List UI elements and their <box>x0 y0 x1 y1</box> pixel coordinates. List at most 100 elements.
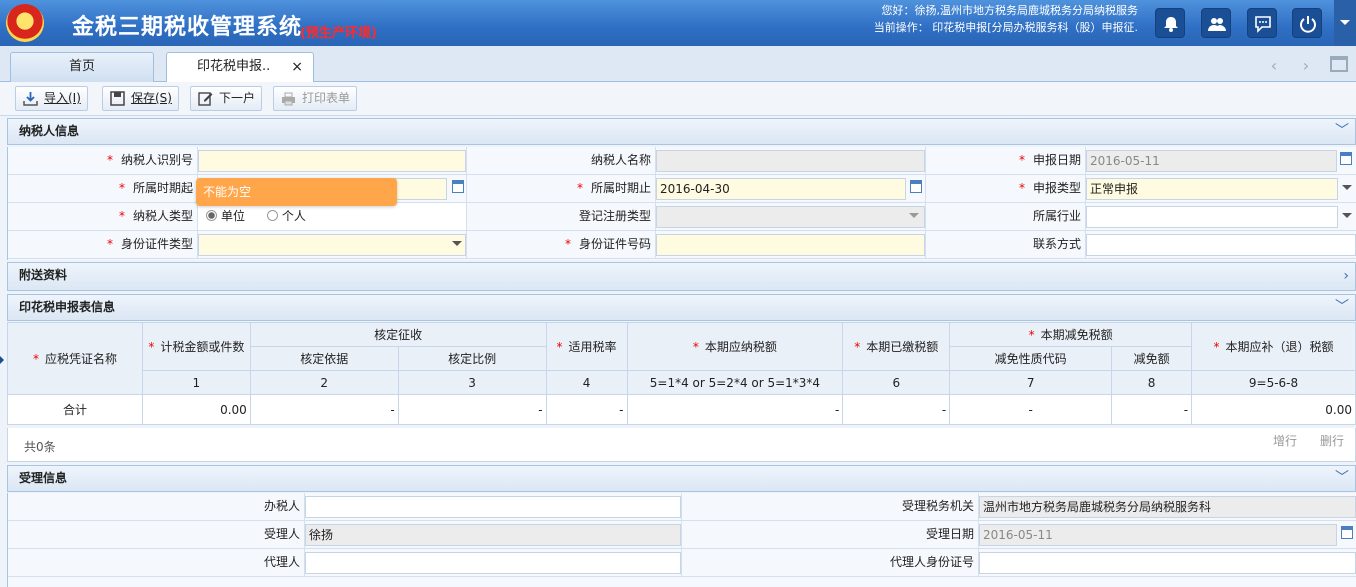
agent-input[interactable] <box>305 552 681 574</box>
handler-input[interactable] <box>305 496 681 518</box>
period-end-input[interactable]: 2016-04-30 <box>656 178 906 200</box>
users-button[interactable] <box>1201 8 1231 38</box>
label-agent: 代理人 <box>8 549 305 577</box>
label-taxpayer-type: * 纳税人类型 <box>8 203 198 231</box>
section-acceptance-info[interactable]: 受理信息 ﹀ <box>7 465 1356 492</box>
label-declaration-date: * 申报日期 <box>926 147 1086 175</box>
section-stamp-tax-table[interactable]: 印花税申报表信息 ﹀ <box>7 294 1356 321</box>
cell-declaration-date: 2016-05-11 <box>1086 147 1356 175</box>
label-receive-date: 受理日期 <box>682 521 979 549</box>
print-form-button[interactable]: 打印表单 <box>273 86 358 111</box>
acceptance-form: 办税人 受理税务机关 温州市地方税务局鹿城税务分局纳税服务科 受理人 徐扬 受理… <box>7 493 1356 587</box>
total-refund: 0.00 <box>1191 394 1356 425</box>
import-icon <box>23 92 38 106</box>
th-tax-refund: * 本期应补（退）税额 <box>1191 322 1356 371</box>
tab-bar: 首页 印花税申报.. × ‹ › <box>0 46 1356 83</box>
header-menu-dropdown[interactable] <box>1334 0 1356 46</box>
tab-stamp-tax-label: 印花税申报.. <box>197 59 271 74</box>
tax-emblem-logo <box>6 4 44 42</box>
current-operation-text: 当前操作： 印花税申报[分局办税服务科（股）申报征. <box>873 21 1138 34</box>
save-label: 保存(S) <box>131 91 172 105</box>
id-doc-number-input[interactable] <box>656 234 925 256</box>
table-index-row: 1 2 3 4 5=1*4 or 5=2*4 or 5=1*3*4 6 7 8 … <box>8 370 1356 395</box>
app-header: 金税三期税收管理系统 (预生产环境) 您好：徐扬,温州市地方税务局鹿城税务分局纳… <box>0 0 1356 46</box>
taxpayer-id-input[interactable] <box>198 150 466 172</box>
label-registration-type: 登记注册类型 <box>467 203 656 231</box>
radio-individual[interactable] <box>266 210 278 221</box>
section-attachments[interactable]: 附送资料 › <box>7 262 1356 291</box>
calendar-icon[interactable] <box>910 180 922 193</box>
dropdown-arrow-icon <box>909 213 919 223</box>
cell-taxpayer-type: 单位 个人 <box>198 203 467 231</box>
save-button[interactable]: 保存(S) <box>102 86 179 111</box>
label-taxpayer-name: 纳税人名称 <box>467 147 656 175</box>
th-relief-code: 减免性质代码 <box>949 346 1113 371</box>
taxpayer-name-field <box>656 150 925 172</box>
logout-button[interactable] <box>1292 8 1322 38</box>
total-cell: - <box>626 394 844 425</box>
messages-button[interactable] <box>1247 8 1277 38</box>
import-button[interactable]: 导入(I) <box>15 86 88 111</box>
save-icon <box>110 91 125 106</box>
calendar-icon[interactable] <box>1340 152 1352 165</box>
calendar-icon[interactable] <box>1341 526 1353 539</box>
th-rate: * 适用税率 <box>545 322 628 371</box>
section-taxpayer-info[interactable]: 纳税人信息 ﹀ <box>7 118 1356 145</box>
add-row-button[interactable]: 增行 <box>1273 432 1297 449</box>
total-cell: - <box>842 394 951 425</box>
th-index: 5=1*4 or 5=2*4 or 5=1*3*4 <box>626 370 844 395</box>
tab-prev-arrow-icon[interactable]: ‹ <box>1263 56 1285 78</box>
row-count: 共0条 <box>24 440 56 454</box>
agent-id-input[interactable] <box>979 552 1356 574</box>
next-taxpayer-button[interactable]: 下一户 <box>190 86 263 111</box>
id-doc-type-select[interactable] <box>198 234 466 256</box>
import-label: 导入(I) <box>44 91 81 105</box>
cell-agent-id <box>979 549 1356 577</box>
total-cell: - <box>1111 394 1193 425</box>
bell-icon <box>1164 17 1178 32</box>
label-taxpayer-id: * 纳税人识别号 <box>8 147 198 175</box>
app-title: 金税三期税收管理系统 <box>72 15 303 40</box>
contact-input[interactable] <box>1086 234 1356 256</box>
greeting-text: 您好：徐扬,温州市地方税务局鹿城税务分局纳税服务 <box>881 4 1139 17</box>
dropdown-arrow-icon[interactable] <box>452 241 462 251</box>
notification-bell-button[interactable] <box>1155 8 1185 38</box>
validation-tooltip: 不能为空 <box>196 178 397 206</box>
cell-contact <box>1086 231 1356 259</box>
th-index: 3 <box>397 370 547 395</box>
collapse-chevron-icon[interactable]: ﹀ <box>1335 119 1349 144</box>
expand-chevron-icon[interactable]: › <box>1343 264 1349 289</box>
dropdown-arrow-icon[interactable] <box>1342 213 1352 223</box>
tab-stamp-tax[interactable]: 印花税申报.. × <box>166 52 314 83</box>
label-tax-org: 受理税务机关 <box>682 493 979 521</box>
th-tax-relief: * 本期减免税额 <box>949 322 1193 347</box>
calendar-icon[interactable] <box>452 180 464 193</box>
registration-type-select <box>656 206 925 228</box>
cell-declaration-type: 正常申报 <box>1086 175 1356 203</box>
th-index: 9=5-6-8 <box>1191 370 1356 395</box>
radio-unit[interactable] <box>206 210 217 221</box>
label-id-doc-number: * 身份证件号码 <box>467 231 656 259</box>
print-form-label: 打印表单 <box>302 91 351 105</box>
collapse-chevron-icon[interactable]: ﹀ <box>1335 295 1349 320</box>
tax-org-field: 温州市地方税务局鹿城税务分局纳税服务科 <box>979 496 1356 518</box>
printer-icon <box>282 92 295 106</box>
table-row-total: 合计 0.00 - - - - - - - 0.00 <box>7 394 1356 425</box>
close-tab-icon[interactable]: × <box>291 53 303 81</box>
receive-date-field: 2016-05-11 <box>979 524 1337 546</box>
dropdown-arrow-icon[interactable] <box>1342 185 1352 195</box>
collapse-chevron-icon[interactable]: ﹀ <box>1335 466 1349 491</box>
cell-receive-date: 2016-05-11 <box>979 521 1356 549</box>
maximize-window-icon[interactable] <box>1330 56 1348 72</box>
tab-home[interactable]: 首页 <box>10 52 154 82</box>
tab-next-arrow-icon[interactable]: › <box>1295 56 1317 78</box>
cell-industry <box>1086 203 1356 231</box>
industry-select[interactable] <box>1086 206 1338 228</box>
delete-row-button[interactable]: 删行 <box>1320 432 1344 449</box>
label-agent-id: 代理人身份证号 <box>682 549 979 577</box>
th-index: 6 <box>842 370 951 395</box>
declaration-type-select[interactable]: 正常申报 <box>1086 178 1338 200</box>
cell-id-doc-number <box>656 231 926 259</box>
label-id-doc-type: * 身份证件类型 <box>8 231 198 259</box>
cell-id-doc-type <box>198 231 467 259</box>
